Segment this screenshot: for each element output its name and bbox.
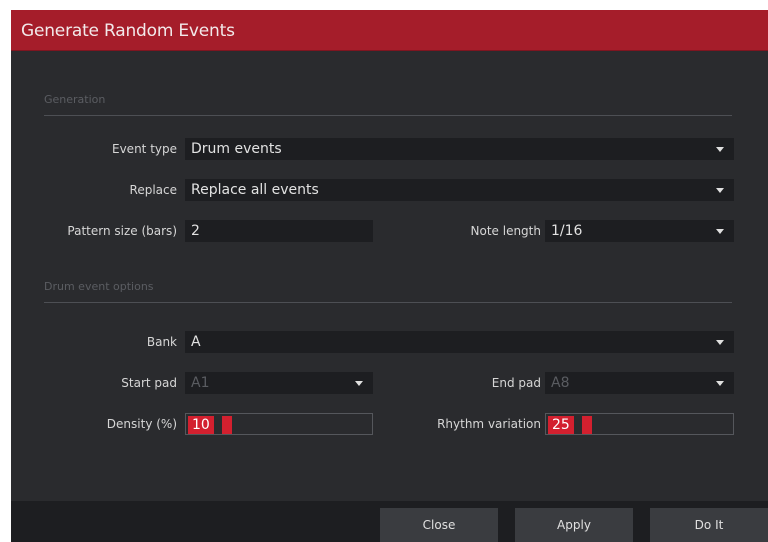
- text-cursor: [222, 416, 232, 434]
- section-drum-options-label: Drum event options: [44, 280, 154, 293]
- end-pad-label: End pad: [491, 376, 541, 390]
- density-label: Density (%): [106, 417, 177, 431]
- note-length-label: Note length: [470, 224, 541, 238]
- replace-select[interactable]: Replace all events: [185, 179, 734, 201]
- dialog-title: Generate Random Events: [21, 21, 235, 41]
- generate-random-events-dialog: Generate Random Events Generation Event …: [11, 10, 768, 542]
- do-it-button[interactable]: Do It: [650, 508, 768, 542]
- bank-select[interactable]: A: [185, 331, 734, 353]
- chevron-down-icon: [716, 147, 724, 152]
- rhythm-variation-label: Rhythm variation: [437, 417, 541, 431]
- bank-label: Bank: [146, 335, 177, 349]
- close-button[interactable]: Close: [380, 508, 498, 542]
- rhythm-variation-value: 25: [548, 416, 574, 434]
- title-bar: Generate Random Events: [11, 10, 768, 51]
- section-generation-label: Generation: [44, 93, 106, 106]
- chevron-down-icon: [716, 340, 724, 345]
- section-divider: [44, 302, 732, 303]
- note-length-select[interactable]: 1/16: [545, 220, 734, 242]
- start-pad-value: A1: [191, 375, 210, 391]
- chevron-down-icon: [355, 381, 363, 386]
- pattern-size-input[interactable]: 2: [185, 220, 373, 242]
- section-divider: [44, 115, 732, 116]
- event-type-label: Event type: [112, 142, 177, 156]
- end-pad-value: A8: [551, 375, 570, 391]
- event-type-value: Drum events: [191, 141, 282, 157]
- bank-value: A: [191, 334, 201, 350]
- density-input[interactable]: 10: [185, 413, 373, 435]
- text-cursor: [582, 416, 592, 434]
- pattern-size-value: 2: [191, 223, 200, 239]
- replace-value: Replace all events: [191, 182, 319, 198]
- note-length-value: 1/16: [551, 223, 583, 239]
- replace-label: Replace: [129, 183, 177, 197]
- event-type-select[interactable]: Drum events: [185, 138, 734, 160]
- rhythm-variation-input[interactable]: 25: [545, 413, 734, 435]
- apply-button[interactable]: Apply: [515, 508, 633, 542]
- chevron-down-icon: [716, 229, 724, 234]
- start-pad-select[interactable]: A1: [185, 372, 373, 394]
- density-value: 10: [188, 416, 214, 434]
- chevron-down-icon: [716, 188, 724, 193]
- end-pad-select[interactable]: A8: [545, 372, 734, 394]
- chevron-down-icon: [716, 381, 724, 386]
- pattern-size-label: Pattern size (bars): [67, 224, 177, 238]
- start-pad-label: Start pad: [121, 376, 177, 390]
